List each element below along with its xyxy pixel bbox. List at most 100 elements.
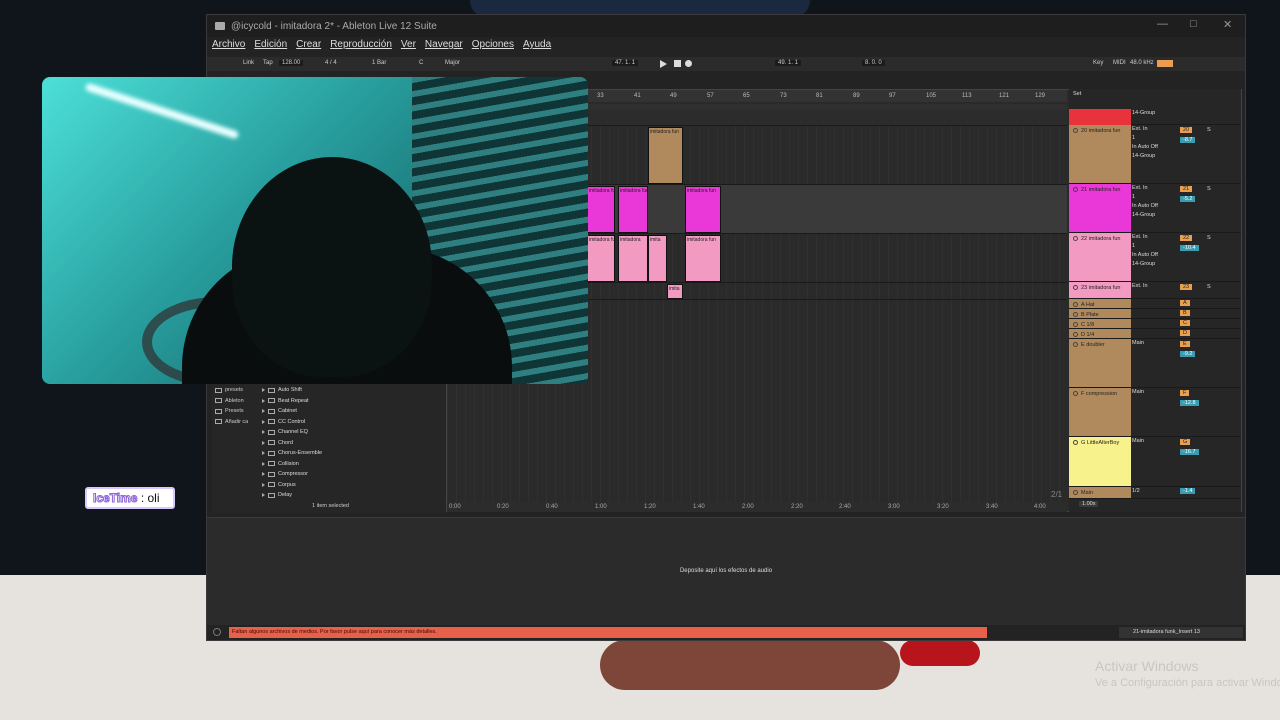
close-icon[interactable]: ✕ [1223,18,1232,31]
menu-opciones[interactable]: Opciones [472,39,514,55]
main-track[interactable]: Main 1/2 -1.4 [1069,487,1241,499]
place-item[interactable]: presets [215,385,248,396]
track-activator[interactable]: B [1180,310,1190,316]
list-item[interactable]: Compressor [262,469,322,480]
solo-button[interactable]: S [1207,235,1211,241]
audio-clip[interactable]: imitadora fun [685,186,721,233]
track-activator[interactable]: A [1180,300,1190,306]
set-button[interactable]: Set [1073,91,1081,97]
track-io[interactable]: Main [1132,437,1144,446]
expand-icon[interactable] [262,482,265,487]
track-volume[interactable]: -9.2 [1180,351,1196,357]
mixer-track[interactable]: 21 imitadora fun Ext. In 1 In Auto Off 14-G… [1069,184,1241,233]
audio-clip[interactable]: imitadora fun [648,127,683,184]
expand-icon[interactable] [262,409,265,414]
menu-reproduccion[interactable]: Reproducción [330,39,392,55]
track-name[interactable]: C 1/8 [1069,319,1131,328]
track-name[interactable]: G LittleAlterBoy [1069,437,1131,486]
audio-clip[interactable]: imitadora fun [618,186,648,233]
list-item[interactable]: Chord [262,438,322,449]
track-name[interactable]: 20 imitadora fun [1069,125,1131,183]
audio-clip[interactable]: imitadora [618,235,648,282]
menu-navegar[interactable]: Navegar [425,39,463,55]
expand-icon[interactable] [262,388,265,393]
return-track[interactable]: D 1/4 D [1069,329,1241,339]
return-track[interactable]: G LittleAlterBoy Main G -16.7 [1069,437,1241,487]
menu-crear[interactable]: Crear [296,39,321,55]
key-select[interactable]: C [419,60,423,66]
menu-edicion[interactable]: Edición [254,39,287,55]
track-activator[interactable]: 20 [1180,127,1193,133]
track-activator[interactable]: 22 [1180,235,1193,241]
expand-icon[interactable] [262,472,265,477]
return-track[interactable]: F compression Main F -12.8 [1069,388,1241,437]
track-io[interactable]: Ext. In [1132,282,1148,291]
key-map-button[interactable]: Key [1093,60,1103,66]
solo-button[interactable]: S [1207,284,1211,290]
track-name[interactable]: E doubler [1069,339,1131,387]
expand-icon[interactable] [262,461,265,466]
expand-icon[interactable] [262,451,265,456]
tempo-field[interactable]: 128.00 [279,60,304,66]
list-item[interactable]: Cabinet [262,406,322,417]
track-name[interactable]: Main [1069,487,1131,498]
loop-length[interactable]: 8. 0. 0 [862,60,885,66]
track-activator[interactable]: G [1180,439,1191,445]
place-item[interactable]: Ableton [215,396,248,407]
list-item[interactable]: CC Control [262,417,322,428]
track-io[interactable]: Ext. In 1 In Auto Off 14-Group [1132,125,1158,161]
track-activator[interactable]: D [1180,330,1190,336]
record-icon[interactable] [685,60,692,67]
list-item[interactable]: Auto Shift [262,385,322,396]
mixer-track[interactable]: 22 imitadora fun Ext. In 1 In Auto Off 14-G… [1069,233,1241,282]
place-item[interactable]: Añadir ca [215,417,248,428]
track-io[interactable]: 14-Group [1132,109,1155,118]
tap-button[interactable]: Tap [263,60,273,66]
time-ruler[interactable]: 0:00 0:20 0:40 1:00 1:20 1:40 2:00 2:20 … [447,502,1067,512]
missing-files-warning[interactable]: Faltan algunos archivos de medios. Por f… [229,627,987,638]
audio-clip[interactable]: imita [667,284,683,299]
link-button[interactable]: Link [243,60,254,66]
solo-button[interactable]: S [1207,186,1211,192]
track-io[interactable]: Ext. In 1 In Auto Off 14-Group [1132,184,1158,220]
track-volume[interactable]: -8.7 [1180,137,1196,143]
list-item[interactable]: Delay [262,490,322,501]
minimize-icon[interactable]: — [1157,18,1168,30]
track-activator[interactable]: C [1180,320,1190,326]
loop-start[interactable]: 49. 1. 1 [775,60,802,66]
place-item[interactable]: Presets [215,406,248,417]
track-activator[interactable]: F [1180,390,1190,396]
audio-clip[interactable]: imita [648,235,667,282]
expand-icon[interactable] [262,440,265,445]
track-activator[interactable]: 21 [1180,186,1193,192]
info-icon[interactable] [213,628,221,636]
cpu-zoom[interactable]: 1.00x [1079,501,1099,507]
track-name[interactable]: D 1/4 [1069,329,1131,338]
menu-ayuda[interactable]: Ayuda [523,39,551,55]
return-track[interactable]: A Hat A [1069,299,1241,309]
track-name[interactable]: 21 imitadora fun [1069,184,1131,232]
scale-select[interactable]: Major [445,60,460,66]
track-io[interactable]: Main [1132,339,1144,348]
track-activator[interactable]: 23 [1180,284,1193,290]
track-volume[interactable]: -10.4 [1180,245,1199,251]
mixer-track[interactable]: 20 imitadora fun Ext. In 1 In Auto Off 14-G… [1069,125,1241,184]
track-io[interactable]: Main [1132,388,1144,397]
maximize-icon[interactable]: □ [1190,18,1197,30]
expand-icon[interactable] [262,493,265,498]
return-track[interactable]: B Plate B [1069,309,1241,319]
track-header-group[interactable] [1069,109,1131,125]
track-name[interactable]: 22 imitadora fun [1069,233,1131,281]
menu-archivo[interactable]: Archivo [212,39,245,55]
list-item[interactable]: Channel EQ [262,427,322,438]
solo-button[interactable]: S [1207,127,1211,133]
return-track[interactable]: C 1/8 C [1069,319,1241,329]
return-track[interactable]: E doubler Main E -9.2 [1069,339,1241,388]
track-name[interactable]: 23 imitadora fun [1069,282,1131,298]
track-volume[interactable]: -5.2 [1180,196,1196,202]
audio-clip[interactable]: imitadora fun [685,235,721,282]
menu-ver[interactable]: Ver [401,39,416,55]
audio-clip[interactable]: imitadora fun [587,235,615,282]
mixer-track[interactable]: Set 14-Group [1069,89,1241,125]
track-io[interactable]: Ext. In 1 In Auto Off 14-Group [1132,233,1158,269]
